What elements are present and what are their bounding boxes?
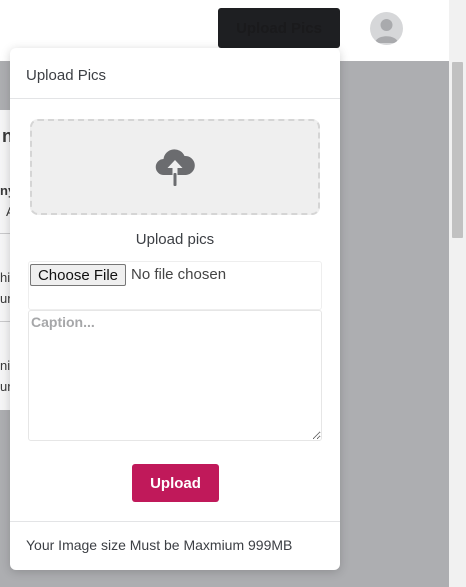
cloud-upload-icon bbox=[155, 149, 195, 186]
upload-button[interactable]: Upload bbox=[132, 464, 219, 502]
user-icon bbox=[375, 19, 398, 43]
file-status-text: No file chosen bbox=[131, 266, 227, 283]
image-size-note: Your Image size Must be Maxmium 999MB bbox=[26, 537, 293, 553]
modal-footer-divider bbox=[10, 521, 340, 522]
dropzone-label: Upload pics bbox=[135, 231, 215, 248]
background-text: hi bbox=[0, 270, 11, 285]
user-avatar[interactable] bbox=[370, 12, 403, 45]
caption-textarea[interactable] bbox=[28, 310, 322, 441]
file-input-field: Choose File No file chosen bbox=[28, 261, 322, 310]
image-dropzone[interactable] bbox=[30, 119, 320, 215]
modal-header-divider bbox=[10, 98, 340, 99]
choose-file-button[interactable]: Choose File bbox=[30, 264, 126, 286]
header-upload-pics-button[interactable]: Upload Pics bbox=[218, 8, 340, 48]
upload-pics-modal: Upload Pics Upload pics Choose File No f… bbox=[10, 48, 340, 570]
page-scrollbar-thumb[interactable] bbox=[452, 62, 463, 238]
modal-title: Upload Pics bbox=[26, 67, 107, 84]
